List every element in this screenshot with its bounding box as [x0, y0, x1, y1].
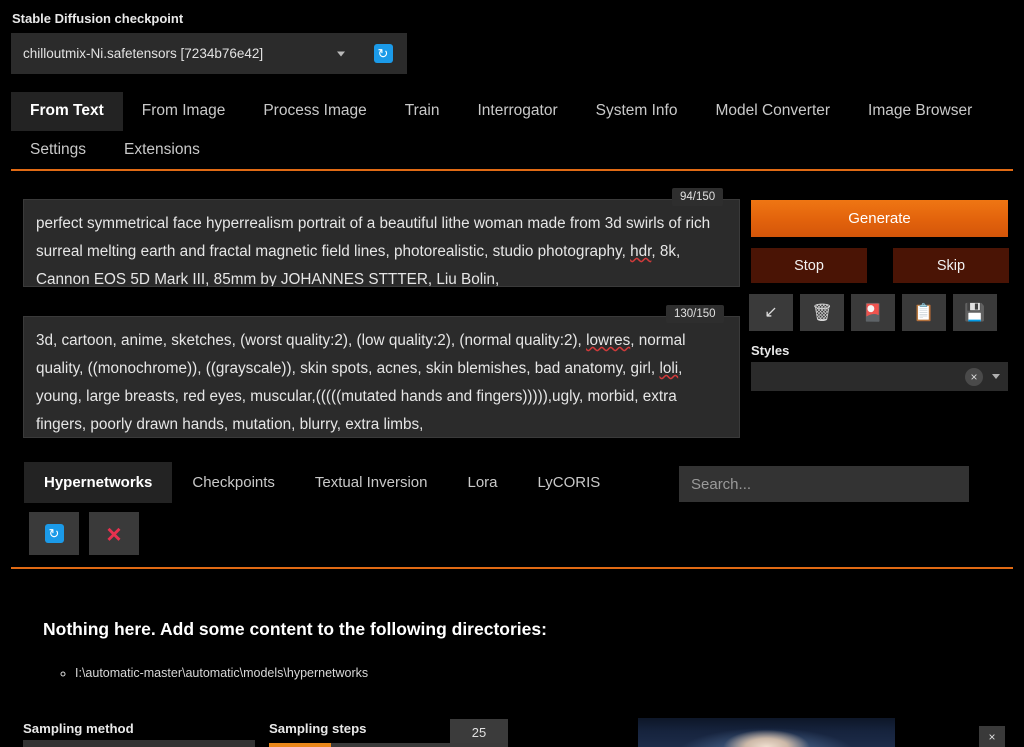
tab-extensions[interactable]: Extensions [105, 131, 219, 170]
generated-image-preview [638, 718, 895, 747]
positive-prompt-counter: 94/150 [672, 188, 723, 206]
checkpoint-refresh-button[interactable]: ↻ [359, 33, 407, 74]
extra-networks-refresh-button[interactable]: ↻ [29, 512, 79, 555]
restore-progress-button[interactable]: ↙ [749, 294, 793, 331]
extra-networks-button-row: ↻ × [29, 512, 139, 555]
checkpoint-label: Stable Diffusion checkpoint [12, 11, 183, 26]
main-tab-bar: From Text From Image Process Image Train… [11, 92, 1013, 169]
stop-button[interactable]: Stop [751, 248, 867, 283]
preview-close-button[interactable]: × [979, 726, 1005, 747]
extra-tab-lycoris[interactable]: LyCORIS [518, 462, 621, 503]
tab-model-converter[interactable]: Model Converter [696, 92, 849, 131]
positive-prompt-input[interactable]: perfect symmetrical face hyperrealism po… [23, 199, 740, 287]
sampling-steps-slider[interactable] [269, 743, 508, 747]
checkpoint-dropdown[interactable]: chilloutmix-Ni.safetensors [7234b76e42] [11, 33, 359, 74]
clear-prompt-icon: 🗑 [811, 304, 833, 321]
empty-state-title: Nothing here. Add some content to the fo… [43, 619, 547, 640]
tab-settings[interactable]: Settings [11, 131, 105, 170]
refresh-icon: ↻ [374, 44, 393, 63]
close-icon: × [106, 521, 121, 547]
tab-train[interactable]: Train [386, 92, 459, 131]
prompt-tool-row: ↙ 🗑 🎴 📋 💾 [749, 294, 997, 331]
sampling-steps-value[interactable]: 25 [450, 719, 508, 745]
list-item: I:\automatic-master\automatic\models\hyp… [75, 664, 368, 682]
extra-networks-tab-bar: Hypernetworks Checkpoints Textual Invers… [24, 462, 620, 503]
chevron-down-icon [337, 51, 345, 56]
sd-webui-page: Stable Diffusion checkpoint chilloutmix-… [0, 0, 1024, 747]
sampling-steps-slider-fill [269, 743, 331, 747]
show-extra-networks-icon: 🎴 [862, 304, 883, 321]
skip-button[interactable]: Skip [893, 248, 1009, 283]
save-style-icon: 💾 [964, 304, 985, 321]
tab-divider [11, 169, 1013, 171]
apply-style-icon: 📋 [913, 304, 934, 321]
sampling-method-dropdown[interactable] [23, 740, 255, 747]
tab-from-text[interactable]: From Text [11, 92, 123, 131]
tab-image-browser[interactable]: Image Browser [849, 92, 991, 131]
tab-from-image[interactable]: From Image [123, 92, 245, 131]
extra-tab-textual-inversion[interactable]: Textual Inversion [295, 462, 448, 503]
styles-dropdown[interactable]: × [751, 362, 1008, 391]
checkpoint-row: chilloutmix-Ni.safetensors [7234b76e42] … [11, 33, 407, 74]
extra-networks-close-button[interactable]: × [89, 512, 139, 555]
extra-tab-lora[interactable]: Lora [447, 462, 517, 503]
apply-style-button[interactable]: 📋 [902, 294, 946, 331]
negative-prompt-input[interactable]: 3d, cartoon, anime, sketches, (worst qua… [23, 316, 740, 438]
tab-interrogator[interactable]: Interrogator [458, 92, 576, 131]
generate-button[interactable]: Generate [751, 200, 1008, 237]
show-extra-networks-button[interactable]: 🎴 [851, 294, 895, 331]
clear-prompt-button[interactable]: 🗑 [800, 294, 844, 331]
empty-state-path-list: I:\automatic-master\automatic\models\hyp… [47, 664, 368, 682]
extra-tab-hypernetworks[interactable]: Hypernetworks [24, 462, 172, 503]
close-icon[interactable]: × [965, 368, 983, 386]
extra-networks-search-input[interactable] [679, 466, 969, 502]
checkpoint-value: chilloutmix-Ni.safetensors [7234b76e42] [23, 46, 263, 61]
tab-system-info[interactable]: System Info [577, 92, 697, 131]
sampling-steps-label: Sampling steps [269, 721, 366, 736]
sampling-method-label: Sampling method [23, 721, 134, 736]
chevron-down-icon [992, 374, 1000, 379]
styles-label: Styles [751, 343, 789, 358]
extra-tab-checkpoints[interactable]: Checkpoints [172, 462, 295, 503]
extra-networks-divider [11, 567, 1013, 569]
save-style-button[interactable]: 💾 [953, 294, 997, 331]
tab-process-image[interactable]: Process Image [244, 92, 385, 131]
negative-prompt-counter: 130/150 [666, 305, 724, 323]
refresh-icon: ↻ [45, 524, 64, 543]
restore-progress-icon: ↙ [764, 305, 777, 321]
